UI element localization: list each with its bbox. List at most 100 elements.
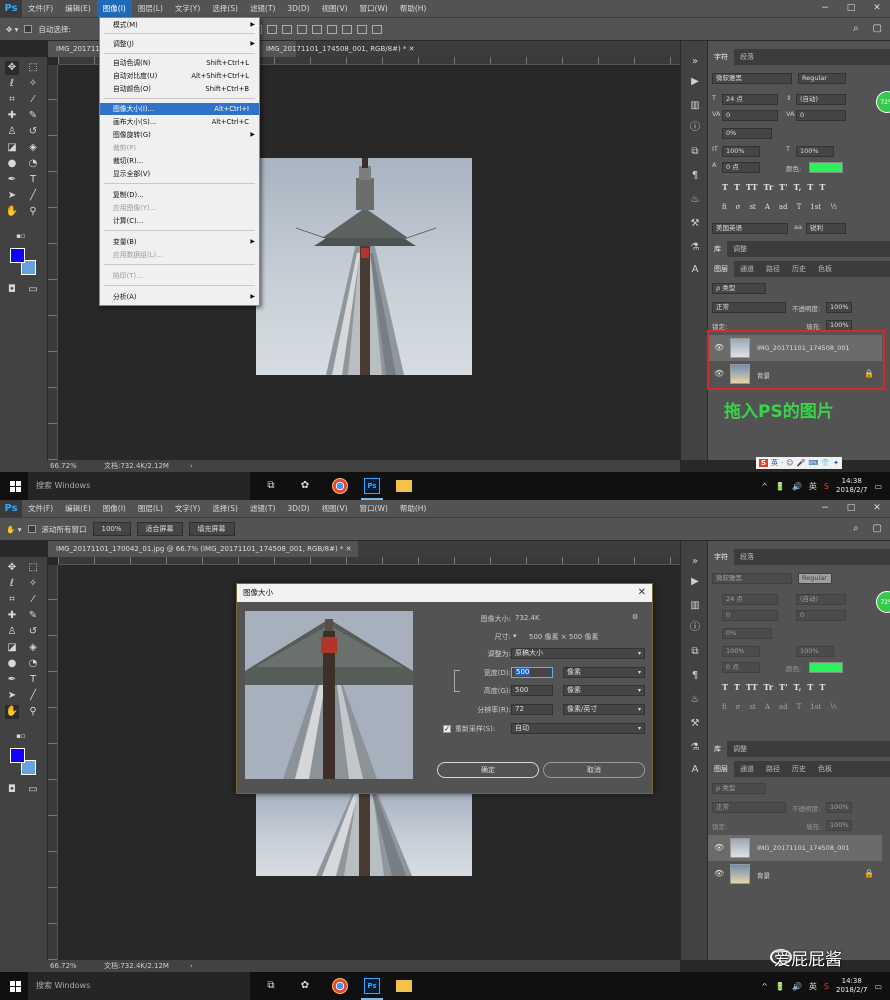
default-colors-icon[interactable]: ▪▫ xyxy=(14,229,28,243)
language-select[interactable]: 美国英语 xyxy=(712,223,788,234)
tab-character[interactable]: 字符 xyxy=(708,549,734,565)
pinwheel-app-icon[interactable]: ✿ xyxy=(294,976,316,996)
tsume-field[interactable]: 0% xyxy=(722,128,772,139)
faux-italic-button[interactable]: T xyxy=(734,682,740,692)
resolution-unit-select[interactable]: 像素/英寸 xyxy=(563,704,645,715)
close-icon[interactable]: ✕ xyxy=(864,0,890,17)
cancel-button[interactable]: 取消 xyxy=(543,762,645,778)
ime-logo[interactable]: S xyxy=(759,459,769,467)
underline-button[interactable]: T xyxy=(807,182,813,192)
type-icon[interactable]: T xyxy=(26,173,40,187)
fraction-button[interactable]: ½ xyxy=(830,203,837,211)
close-icon[interactable]: ✕ xyxy=(638,584,646,602)
photoshop-taskbar-icon[interactable]: Ps xyxy=(364,978,380,994)
info-icon[interactable]: ⓘ xyxy=(688,621,702,635)
menu-item-auto-color[interactable]: 自动颜色(O) Shift+Ctrl+B xyxy=(100,83,259,95)
tab-layers[interactable]: 图层 xyxy=(708,761,734,777)
chrome-icon[interactable] xyxy=(332,978,348,994)
tab-paragraph[interactable]: 段落 xyxy=(734,49,760,65)
brush-panel-icon[interactable]: ♨ xyxy=(688,193,702,207)
eye-icon[interactable]: 👁 xyxy=(714,869,724,878)
faux-italic-button[interactable]: T xyxy=(734,182,740,192)
ime-punct-icon[interactable]: · xyxy=(781,459,783,467)
zoom-100-button[interactable]: 100% xyxy=(92,522,131,536)
contextual-button[interactable]: σ xyxy=(736,203,741,211)
menu-item-canvas-size[interactable]: 画布大小(S)... Alt+Ctrl+C xyxy=(100,116,259,128)
faux-bold-button[interactable]: T xyxy=(722,682,728,692)
tab-channels[interactable]: 通道 xyxy=(734,261,760,277)
play-icon[interactable]: ▶ xyxy=(688,575,702,589)
pinwheel-app-icon[interactable]: ✿ xyxy=(294,476,316,496)
menu-help[interactable]: 帮助(H) xyxy=(394,0,433,17)
menu-edit[interactable]: 编辑(E) xyxy=(59,500,97,517)
quick-mask-icon[interactable]: ◘ xyxy=(5,783,19,797)
move-icon[interactable]: ✥ xyxy=(5,561,19,575)
document-tab-suffix[interactable]: IMG_20171101_174508_001, RGB/8#) * ✕ xyxy=(258,41,423,57)
height-unit-select[interactable]: 像素 xyxy=(563,685,645,696)
zoom-icon[interactable]: ⚲ xyxy=(26,705,40,719)
zoom-level[interactable]: 66.72% xyxy=(50,960,77,972)
layer-filter-select[interactable]: ρ 类型 xyxy=(712,283,766,294)
tab-swatches[interactable]: 色板 xyxy=(812,761,838,777)
tab-adjustments[interactable]: 调整 xyxy=(727,741,753,757)
tab-paragraph[interactable]: 段落 xyxy=(734,549,760,565)
menu-select[interactable]: 选择(S) xyxy=(206,0,244,17)
battery-icon[interactable]: 🔋 xyxy=(775,982,785,991)
ordinal-button[interactable]: 1st xyxy=(810,203,821,211)
adjust-icon[interactable]: ⚗ xyxy=(688,241,702,255)
menu-item-reveal-all[interactable]: 显示全部(V) xyxy=(100,168,259,180)
sogou-icon[interactable]: S xyxy=(824,982,829,991)
search-icon[interactable]: ⌕ xyxy=(853,23,859,34)
menu-view[interactable]: 视图(V) xyxy=(316,0,354,17)
zoom-icon[interactable]: ⚲ xyxy=(26,205,40,219)
dialog-preview[interactable] xyxy=(245,611,413,779)
path-select-icon[interactable]: ➤ xyxy=(5,189,19,203)
menu-type[interactable]: 文字(Y) xyxy=(169,0,206,17)
move-icon[interactable]: ✥ ▾ xyxy=(6,25,18,34)
menu-item-variables[interactable]: 变量(B) ▶ xyxy=(100,236,259,248)
taskbar-search[interactable]: 搜索 Windows xyxy=(28,972,250,1000)
volume-icon[interactable]: 🔊 xyxy=(792,482,802,491)
menu-file[interactable]: 文件(F) xyxy=(22,500,59,517)
bucket-icon[interactable]: ◈ xyxy=(26,641,40,655)
shape-icon[interactable]: ╱ xyxy=(26,189,40,203)
move-icon[interactable]: ✥ xyxy=(5,61,19,75)
underline-button[interactable]: T xyxy=(807,682,813,692)
superscript-button[interactable]: T' xyxy=(779,682,787,692)
kerning-field[interactable]: 0 xyxy=(722,110,778,121)
menu-filter[interactable]: 滤镜(T) xyxy=(244,500,281,517)
marquee-icon[interactable]: ⬚ xyxy=(26,61,40,75)
tab-paths[interactable]: 路径 xyxy=(760,761,786,777)
photoshop-taskbar-icon[interactable]: Ps xyxy=(364,478,380,494)
tab-history[interactable]: 历史 xyxy=(786,761,812,777)
collapse-icon[interactable]: » xyxy=(688,55,702,69)
ime-skin-icon[interactable]: 👕 xyxy=(821,459,830,467)
ligature-button[interactable]: fi xyxy=(722,203,727,211)
tray-expand-icon[interactable]: ^ xyxy=(761,482,768,491)
properties-icon[interactable]: ▥ xyxy=(688,99,702,113)
text-color-swatch[interactable] xyxy=(809,162,843,173)
align-right-icon[interactable] xyxy=(281,24,292,34)
tab-library[interactable]: 库 xyxy=(708,741,727,757)
input-language[interactable]: 英 xyxy=(809,481,817,492)
tab-character[interactable]: 字符 xyxy=(708,49,734,65)
tool-presets-icon[interactable]: ⚒ xyxy=(688,717,702,731)
close-icon[interactable]: ✕ xyxy=(346,545,352,553)
screen-mode-icon[interactable]: ▭ xyxy=(26,283,40,297)
blur-icon[interactable]: ● xyxy=(5,157,19,171)
notification-icon[interactable]: ▭ xyxy=(874,982,882,991)
battery-icon[interactable]: 🔋 xyxy=(775,482,785,491)
tracking-field[interactable]: 0 xyxy=(796,110,846,121)
menu-item-image-rotation[interactable]: 图像旋转(G) ▶ xyxy=(100,129,259,141)
vertical-scale-field[interactable]: 100% xyxy=(722,146,760,157)
ok-button[interactable]: 确定 xyxy=(437,762,539,778)
ime-keyboard-icon[interactable]: ⌨ xyxy=(808,459,818,467)
pen-icon[interactable]: ✒ xyxy=(5,673,19,687)
menu-item-analysis[interactable]: 分析(A) ▶ xyxy=(100,291,259,303)
resolution-input[interactable]: 72 xyxy=(511,704,553,715)
menu-item-auto-contrast[interactable]: 自动对比度(U) Alt+Shift+Ctrl+L xyxy=(100,70,259,82)
menu-layer[interactable]: 图层(L) xyxy=(132,500,169,517)
titling-button[interactable]: T xyxy=(797,203,802,211)
subscript-button[interactable]: T, xyxy=(794,182,802,192)
menu-item-mode[interactable]: 模式(M) ▶ xyxy=(100,19,259,31)
